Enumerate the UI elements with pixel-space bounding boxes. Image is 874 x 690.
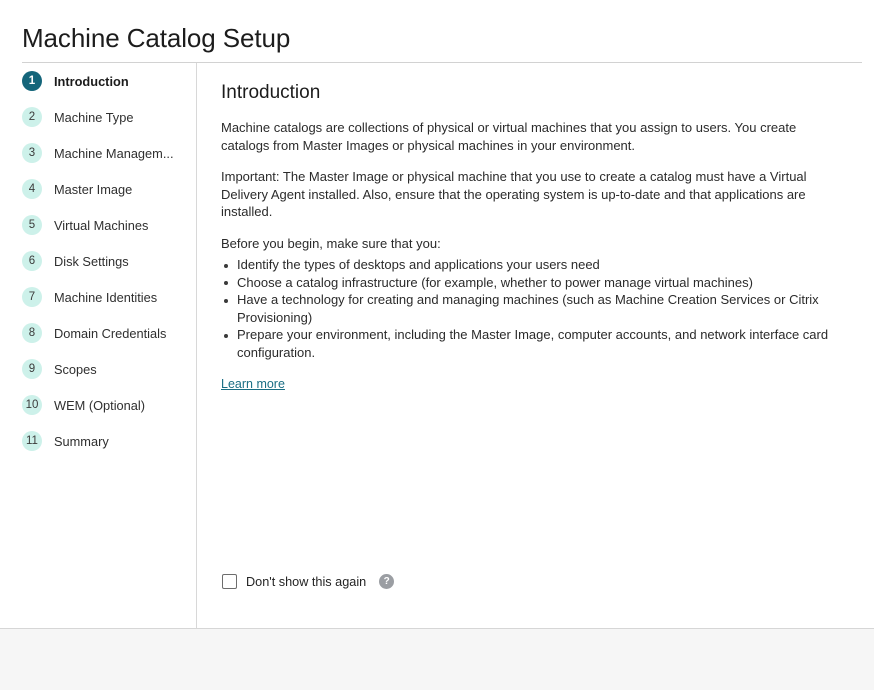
page-title: Machine Catalog Setup <box>22 22 290 54</box>
machine-catalog-setup-window: Machine Catalog Setup 1 Introduction 2 Mach… <box>0 0 874 690</box>
sidebar-item-label: Summary <box>54 434 109 449</box>
prerequisite-bullet-list: Identify the types of desktops and appli… <box>221 256 845 361</box>
step-number-badge: 1 <box>22 71 42 91</box>
before-you-begin-label: Before you begin, make sure that you: <box>221 235 845 253</box>
sidebar-item-machine-managem[interactable]: 3 Machine Managem... <box>0 135 196 171</box>
step-number-badge: 6 <box>22 251 42 271</box>
section-title: Introduction <box>221 81 845 105</box>
step-number-badge: 8 <box>22 323 42 343</box>
intro-paragraph-2: Important: The Master Image or physical … <box>221 168 845 221</box>
step-number-badge: 5 <box>22 215 42 235</box>
sidebar-item-master-image[interactable]: 4 Master Image <box>0 171 196 207</box>
footer-bar: Next 3 Cancel <box>0 628 874 690</box>
sidebar-item-machine-identities[interactable]: 7 Machine Identities <box>0 279 196 315</box>
dont-show-again-row: Don't show this again ? <box>222 574 394 589</box>
sidebar-item-domain-credentials[interactable]: 8 Domain Credentials <box>0 315 196 351</box>
intro-paragraph-1: Machine catalogs are collections of phys… <box>221 119 845 154</box>
learn-more-link[interactable]: Learn more <box>221 377 285 391</box>
sidebar-item-label: Machine Identities <box>54 290 157 305</box>
step-number-badge: 11 <box>22 431 42 451</box>
step-number-badge: 9 <box>22 359 42 379</box>
sidebar-item-label: Scopes <box>54 362 97 377</box>
prerequisite-bullet: Identify the types of desktops and appli… <box>221 256 845 274</box>
sidebar-item-label: Master Image <box>54 182 132 197</box>
prerequisite-bullet: Have a technology for creating and manag… <box>221 291 845 326</box>
step-number-badge: 7 <box>22 287 42 307</box>
sidebar-item-label: Machine Managem... <box>54 146 174 161</box>
sidebar-item-label: Introduction <box>54 74 129 89</box>
step-number-badge: 4 <box>22 179 42 199</box>
dont-show-again-label: Don't show this again <box>246 575 366 589</box>
wizard-step-list: 1 Introduction 2 Machine Type 3 Machine Manag… <box>0 63 196 459</box>
sidebar-item-label: WEM (Optional) <box>54 398 145 413</box>
dont-show-again-checkbox[interactable] <box>222 574 237 589</box>
sidebar-item-label: Virtual Machines <box>54 218 148 233</box>
step-number-badge: 10 <box>22 395 42 415</box>
prerequisite-bullet: Choose a catalog infrastructure (for exa… <box>221 274 845 292</box>
sidebar-item-label: Machine Type <box>54 110 133 125</box>
sidebar-item-wem-optional[interactable]: 10 WEM (Optional) <box>0 387 196 423</box>
prerequisite-bullet: Prepare your environment, including the … <box>221 326 845 361</box>
sidebar-item-scopes[interactable]: 9 Scopes <box>0 351 196 387</box>
sidebar-item-machine-type[interactable]: 2 Machine Type <box>0 99 196 135</box>
sidebar-item-disk-settings[interactable]: 6 Disk Settings <box>0 243 196 279</box>
sidebar-item-summary[interactable]: 11 Summary <box>0 423 196 459</box>
question-mark-icon[interactable]: ? <box>379 574 394 589</box>
step-number-badge: 3 <box>22 143 42 163</box>
sidebar-item-label: Disk Settings <box>54 254 129 269</box>
sidebar-item-introduction[interactable]: 1 Introduction <box>0 63 196 99</box>
main-content-panel: Introduction Machine catalogs are collec… <box>197 63 874 628</box>
sidebar-item-virtual-machines[interactable]: 5 Virtual Machines <box>0 207 196 243</box>
step-number-badge: 2 <box>22 107 42 127</box>
sidebar-item-label: Domain Credentials <box>54 326 166 341</box>
